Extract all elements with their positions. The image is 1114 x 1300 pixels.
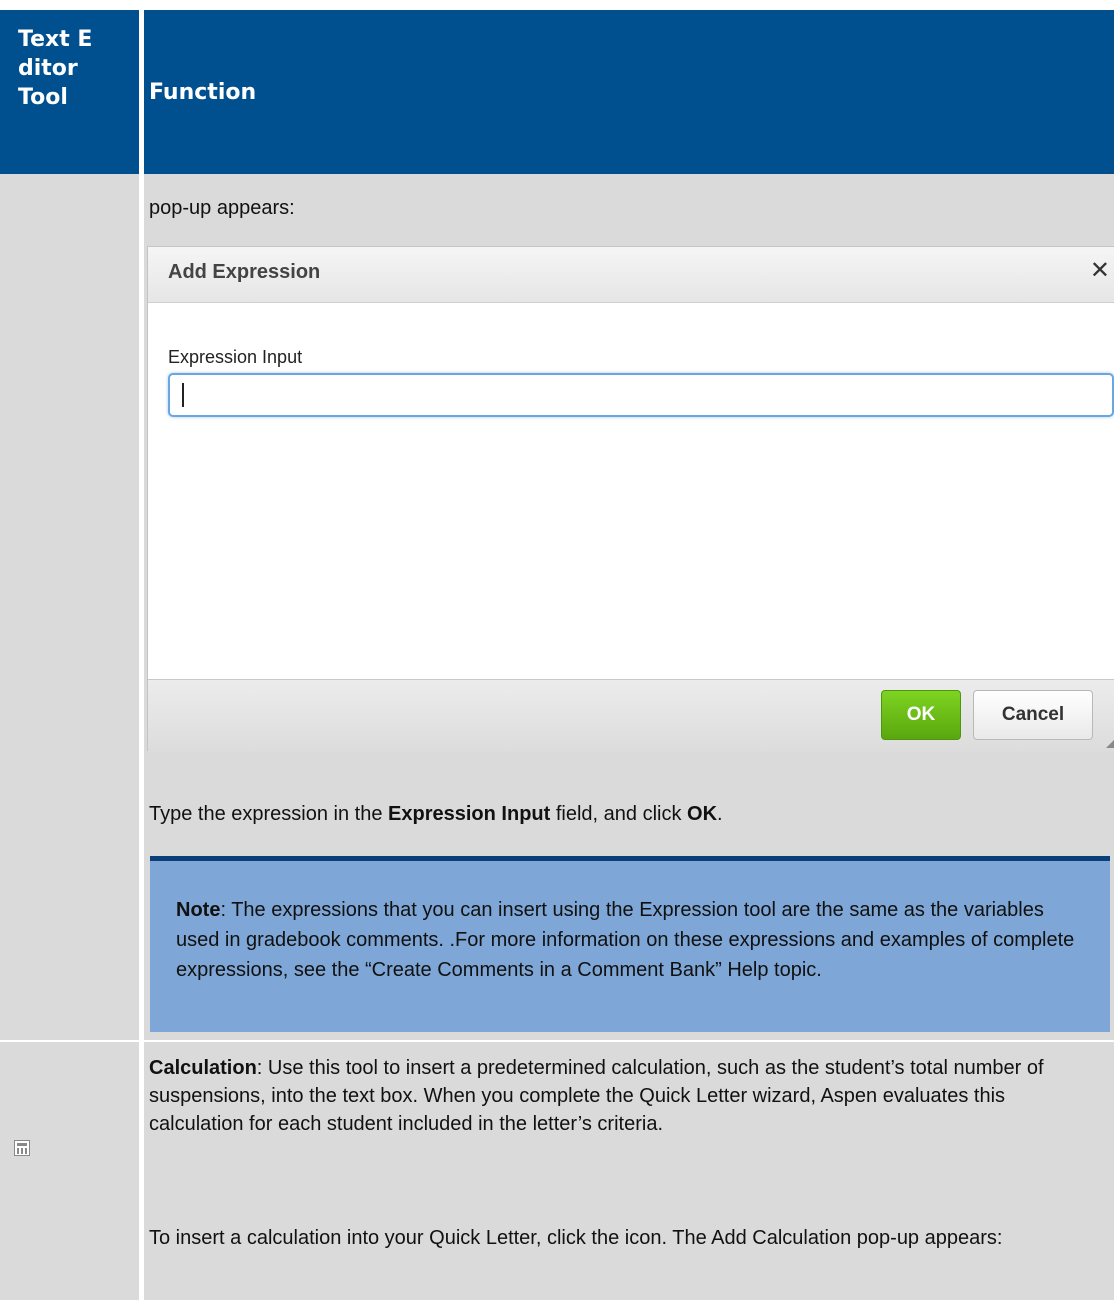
ok-button[interactable]: OK (881, 690, 961, 740)
text-caret (182, 383, 184, 407)
expression-input[interactable] (168, 373, 1114, 417)
cancel-button[interactable]: Cancel (973, 690, 1093, 740)
resize-grip-icon[interactable] (1106, 740, 1114, 748)
note-box: Note: The expressions that you can inser… (150, 856, 1110, 1032)
calculator-icon (14, 1140, 30, 1156)
column-divider (139, 1042, 144, 1300)
close-icon[interactable]: ✕ (1090, 256, 1110, 284)
dialog-title: Add Expression (168, 261, 321, 283)
table-row: Calculation: Use this tool to insert a p… (0, 1042, 1114, 1300)
column-divider (139, 174, 144, 1040)
dialog-footer: OK Cancel (148, 679, 1114, 752)
expression-input-label: Expression Input (168, 347, 303, 367)
table-header: Text Editor Tool Function (0, 10, 1114, 174)
dialog-header: Add Expression ✕ (148, 247, 1114, 303)
header-col-function: Function (149, 80, 257, 105)
instruction-text: Type the expression in the Expression In… (149, 803, 723, 825)
table-row: pop-up appears: Add Expression ✕ Express… (0, 174, 1114, 1040)
calculation-instruction: To insert a calculation into your Quick … (149, 1227, 1003, 1249)
calculation-description: Calculation: Use this tool to insert a p… (149, 1057, 1044, 1135)
column-divider (139, 10, 144, 174)
note-text: Note: The expressions that you can inser… (176, 899, 1075, 981)
add-expression-dialog: Add Expression ✕ Expression Input OK Can… (147, 246, 1114, 752)
row-intro-text: pop-up appears: (149, 197, 295, 219)
header-col-tool: Text Editor Tool (18, 27, 93, 110)
